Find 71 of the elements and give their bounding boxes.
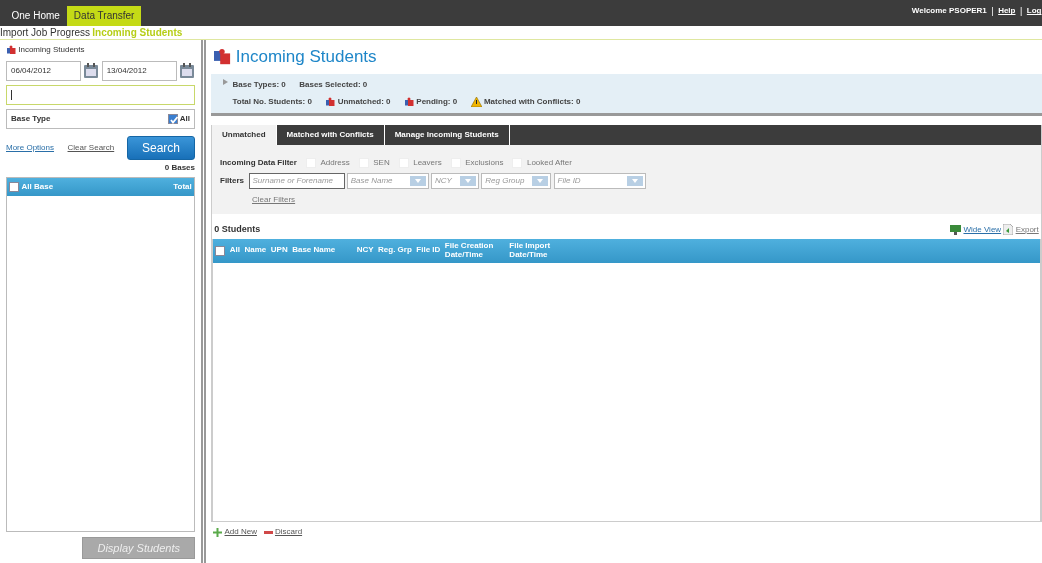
column-header: Reg. Grp	[378, 246, 412, 255]
column-header: File Creation Date/Time	[444, 241, 495, 260]
monitor-icon	[950, 224, 962, 235]
warning-icon	[470, 96, 482, 107]
filter-label: Filters	[220, 175, 244, 188]
header-link[interactable]: Log	[1026, 5, 1042, 18]
search-button[interactable]: Search	[126, 136, 195, 160]
checkbox-label: Looked After	[526, 156, 572, 169]
students-icon	[213, 47, 232, 66]
separator: |	[991, 4, 994, 18]
checkbox-label: All	[179, 113, 190, 126]
separator: |	[1020, 4, 1023, 18]
summary-text: Base Types: 0	[232, 79, 286, 91]
wide-view-link[interactable]: Wide View	[963, 223, 1002, 236]
placeholder-text: Base Name	[350, 175, 393, 188]
export-link[interactable]: Export	[1015, 223, 1039, 236]
column-header: Base Name	[292, 246, 337, 255]
filter-label: Incoming Data Filter	[220, 156, 297, 169]
export-icon	[1003, 224, 1014, 235]
date-field[interactable]: 13/04/2012	[101, 60, 177, 81]
students-icon	[404, 96, 415, 107]
placeholder-text: File ID	[557, 175, 581, 188]
expand-arrow-icon	[223, 79, 228, 85]
page-title: Incoming Students	[235, 46, 377, 68]
column-header: All	[229, 246, 240, 255]
column-header: UPN	[270, 246, 288, 255]
checkbox-label: Exclusions	[465, 156, 504, 169]
column-header: Total	[173, 180, 192, 193]
discard-link[interactable]: Discard	[274, 526, 303, 538]
column-header: All	[21, 180, 32, 193]
placeholder-text: Reg Group	[485, 175, 525, 188]
breadcrumb-item[interactable]: Import Job Progress	[0, 25, 91, 40]
tab[interactable]: Unmatched	[212, 124, 277, 145]
students-icon	[325, 96, 336, 107]
checkbox-label: Leavers	[413, 156, 442, 169]
summary-text: Matched with Conflicts: 0	[483, 95, 581, 108]
checkbox[interactable]	[9, 181, 20, 192]
date-field[interactable]: 06/04/2012	[6, 60, 82, 81]
header-link[interactable]: Help	[998, 5, 1016, 18]
checkbox-label: Address	[320, 156, 350, 169]
column-header: Name	[244, 246, 267, 255]
base-type-label: Base Type	[11, 113, 51, 126]
checkbox[interactable]	[215, 245, 226, 256]
column-header: Base	[34, 180, 54, 193]
summary-text: Pending: 0	[416, 95, 458, 108]
nav-tab[interactable]: Data Transfer	[66, 6, 142, 26]
summary-text: Bases Selected: 0	[299, 79, 368, 91]
bases-count: 0 Bases	[163, 162, 195, 175]
placeholder-text: NCY	[435, 175, 452, 188]
panel-title: Incoming Students	[18, 44, 85, 56]
welcome-text: Welcome PSOPER1	[911, 5, 987, 18]
more-options-link[interactable]: More Options	[6, 142, 55, 154]
column-header: NCY	[356, 246, 374, 255]
checkbox[interactable]	[167, 114, 178, 125]
students-icon	[6, 45, 16, 55]
checkbox-label: SEN	[373, 156, 390, 169]
add-new-link[interactable]: Add New	[224, 526, 257, 538]
nav-tab[interactable]: One Home	[4, 6, 67, 26]
students-count: 0 Students	[214, 222, 261, 236]
column-header: File Import Date/Time	[509, 241, 552, 260]
summary-text: Total No. Students: 0	[232, 95, 312, 108]
clear-filters-link[interactable]: Clear Filters	[252, 193, 296, 206]
clear-search-link[interactable]: Clear Search	[67, 142, 115, 154]
calendar-icon	[83, 62, 100, 79]
summary-text: Unmatched: 0	[337, 95, 391, 108]
plus-icon	[213, 527, 223, 537]
search-field[interactable]	[6, 85, 195, 105]
placeholder-text: Surname or Forename	[252, 175, 333, 188]
calendar-icon	[179, 62, 195, 79]
column-header: File ID	[416, 246, 441, 255]
minus-icon	[263, 530, 273, 534]
